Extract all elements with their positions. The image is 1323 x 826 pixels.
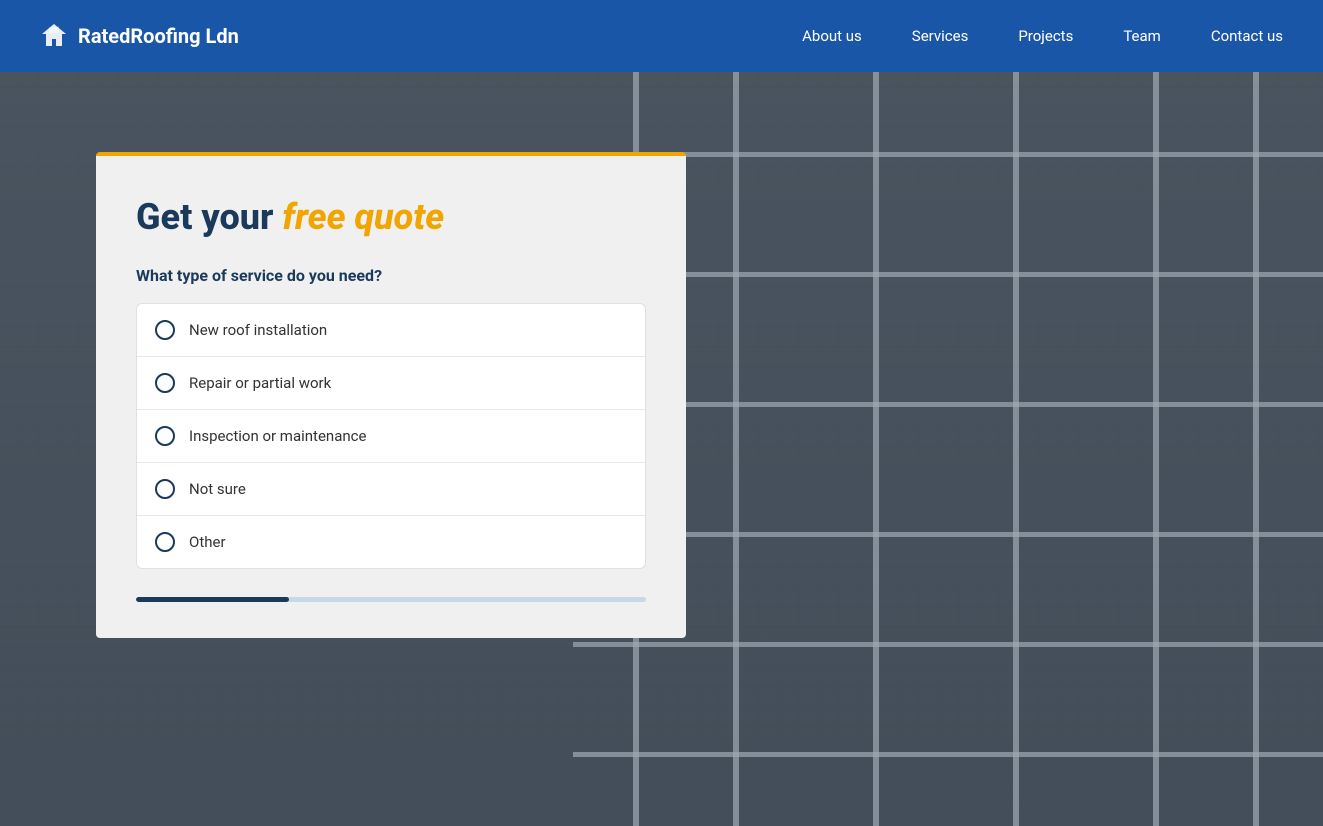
logo-icon (40, 22, 68, 50)
option-inspection-label: Inspection or maintenance (189, 427, 366, 445)
quote-title-plain: Get your (136, 196, 282, 238)
option-inspection[interactable]: Inspection or maintenance (137, 410, 645, 463)
nav-link-about-us[interactable]: About us (802, 27, 862, 45)
quote-title: Get your free quote (136, 196, 646, 238)
nav-links: About us Services Projects Team Contact … (802, 27, 1283, 45)
option-not-sure[interactable]: Not sure (137, 463, 645, 516)
logo-text: RatedRoofing Ldn (78, 24, 239, 48)
radio-inspection (155, 426, 175, 446)
radio-new-roof (155, 320, 175, 340)
nav-link-projects[interactable]: Projects (1018, 27, 1073, 45)
option-repair-label: Repair or partial work (189, 374, 331, 392)
quote-title-highlight: free quote (282, 196, 444, 238)
radio-repair (155, 373, 175, 393)
navbar: RatedRoofing Ldn About us Services Proje… (0, 0, 1323, 72)
nav-link-services[interactable]: Services (912, 27, 969, 45)
option-not-sure-label: Not sure (189, 480, 246, 498)
quote-form-card: Get your free quote What type of service… (96, 152, 686, 638)
radio-other (155, 532, 175, 552)
option-new-roof[interactable]: New roof installation (137, 304, 645, 357)
service-options: New roof installation Repair or partial … (136, 303, 646, 569)
progress-bar-fill (136, 597, 289, 602)
option-repair[interactable]: Repair or partial work (137, 357, 645, 410)
radio-not-sure (155, 479, 175, 499)
option-other[interactable]: Other (137, 516, 645, 568)
option-new-roof-label: New roof installation (189, 321, 327, 339)
nav-link-contact-us[interactable]: Contact us (1211, 27, 1283, 45)
option-other-label: Other (189, 533, 226, 551)
progress-bar (136, 597, 646, 602)
logo[interactable]: RatedRoofing Ldn (40, 22, 239, 50)
nav-link-team[interactable]: Team (1123, 27, 1161, 45)
question-label: What type of service do you need? (136, 266, 646, 285)
